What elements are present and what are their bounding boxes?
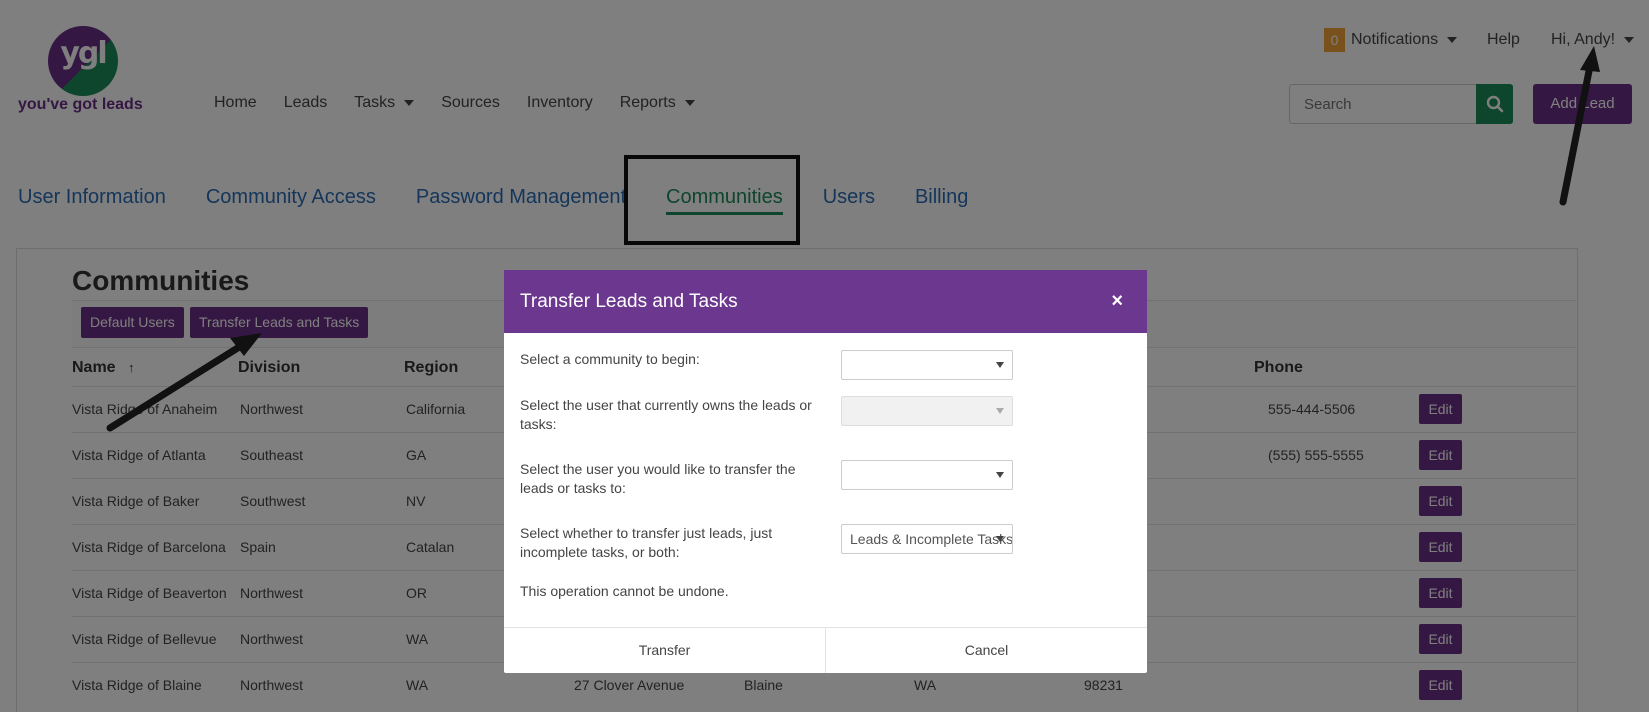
modal-header: Transfer Leads and Tasks × [504,270,1147,333]
transfer-type-select-value: Leads & Incomplete Tasks [850,531,1013,547]
transfer-type-select[interactable]: Leads & Incomplete Tasks [841,524,1013,554]
transfer-type-label: Select whether to transfer just leads, j… [520,525,773,560]
current-owner-select[interactable] [841,396,1013,426]
form-row-new-owner: Select the user you would like to transf… [520,460,1131,498]
new-owner-label: Select the user you would like to transf… [520,461,796,496]
modal-title: Transfer Leads and Tasks [520,290,738,312]
cancel-button[interactable]: Cancel [825,628,1147,673]
chevron-down-icon [996,536,1004,542]
close-icon[interactable]: × [1111,290,1123,313]
modal-body: Select a community to begin: Select the … [504,333,1147,627]
chevron-down-icon [996,408,1004,414]
form-row-community: Select a community to begin: [520,350,1131,380]
form-row-current-owner: Select the user that currently owns the … [520,396,1131,434]
form-row-transfer-type: Select whether to transfer just leads, j… [520,524,1131,562]
warning-text: This operation cannot be undone. [520,583,729,599]
modal-footer: Transfer Cancel [504,627,1147,673]
community-label: Select a community to begin: [520,351,700,367]
transfer-button[interactable]: Transfer [504,628,825,673]
new-owner-select[interactable] [841,460,1013,490]
chevron-down-icon [996,472,1004,478]
chevron-down-icon [996,362,1004,368]
community-select[interactable] [841,350,1013,380]
current-owner-label: Select the user that currently owns the … [520,397,812,432]
transfer-modal: Transfer Leads and Tasks × Select a comm… [504,270,1147,673]
